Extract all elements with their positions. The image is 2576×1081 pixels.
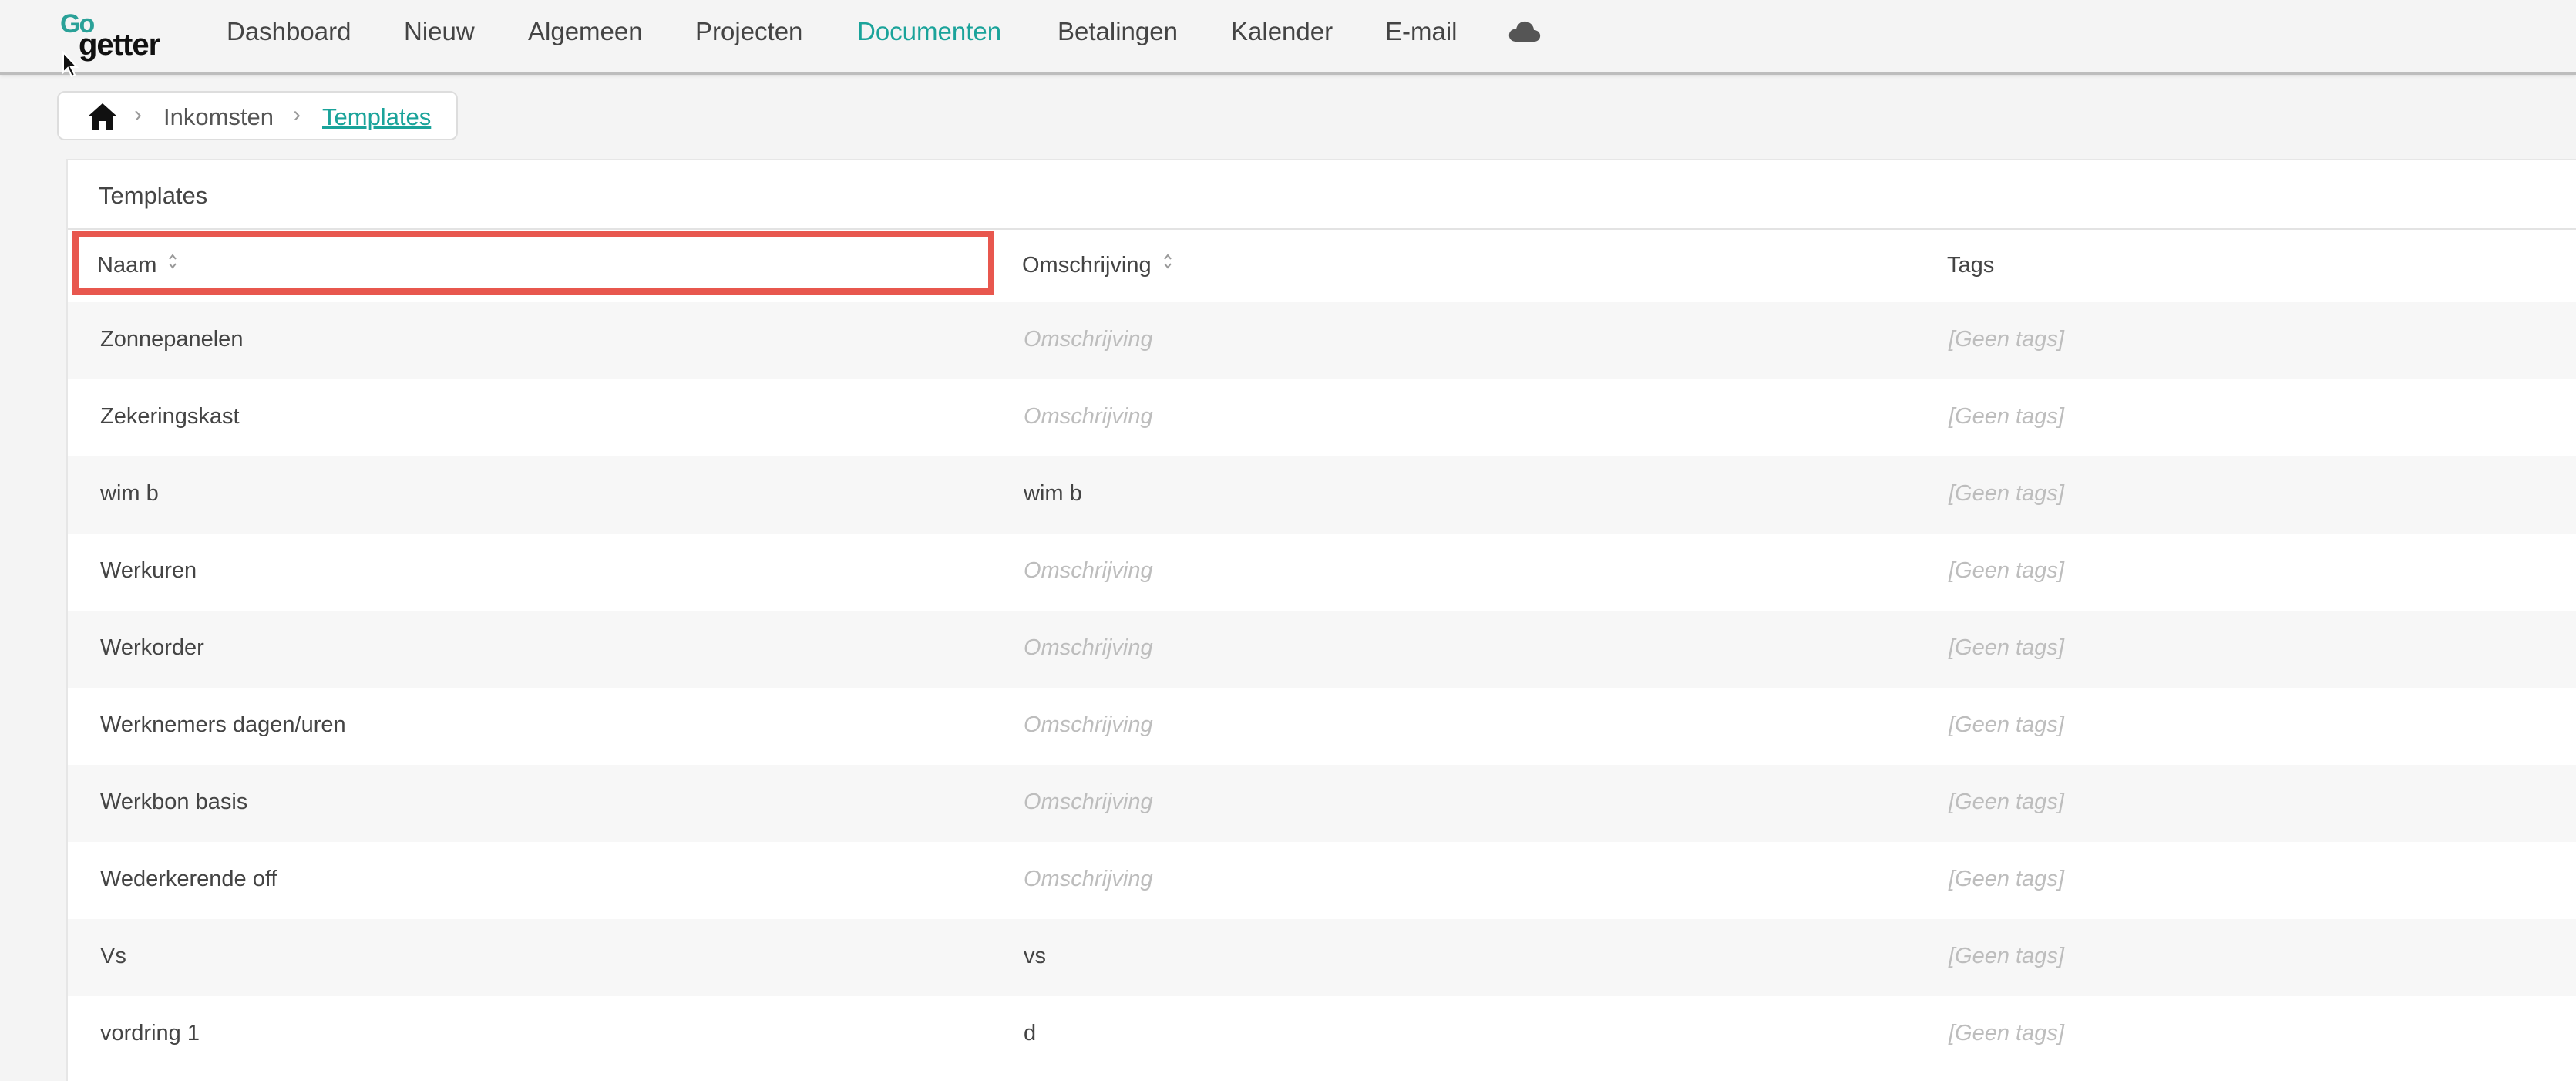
cell-tags[interactable]: [Geen tags]	[1949, 790, 2064, 815]
logo-bottom-text: getter	[79, 28, 160, 62]
cell-omschrijving[interactable]: Omschrijving	[1024, 867, 1153, 892]
cell-naam[interactable]: Werknemers dagen/uren	[100, 712, 346, 738]
cloud-icon[interactable]	[1508, 20, 1542, 43]
chevron-right-icon: ›	[134, 102, 142, 127]
sort-icon[interactable]	[167, 251, 178, 271]
cell-tags[interactable]: [Geen tags]	[1949, 712, 2064, 738]
column-header-naam[interactable]: Naam	[97, 253, 178, 278]
cell-naam[interactable]: Werkbon basis	[100, 790, 247, 815]
nav-item-documenten[interactable]: Documenten	[857, 17, 1001, 46]
cell-naam[interactable]: Vs	[100, 944, 126, 969]
mouse-cursor-icon	[62, 51, 79, 78]
cell-tags[interactable]: [Geen tags]	[1949, 481, 2064, 507]
table-row[interactable]: Werkuren Omschrijving [Geen tags]	[68, 534, 2576, 611]
nav-item-nieuw[interactable]: Nieuw	[404, 17, 475, 46]
cell-naam[interactable]: Werkuren	[100, 558, 197, 584]
cell-naam[interactable]: vordring 1	[100, 1021, 200, 1046]
nav-item-betalingen[interactable]: Betalingen	[1058, 17, 1178, 46]
cell-naam[interactable]: Zekeringskast	[100, 404, 240, 429]
cell-tags[interactable]: [Geen tags]	[1949, 558, 2064, 584]
table-row[interactable]: Werknemers dagen/uren Omschrijving [Geen t…	[68, 688, 2576, 765]
nav-item-dashboard[interactable]: Dashboard	[227, 17, 351, 46]
nav-item-projecten[interactable]: Projecten	[695, 17, 802, 46]
chevron-right-icon: ›	[293, 102, 301, 127]
cell-omschrijving[interactable]: Omschrijving	[1024, 790, 1153, 815]
table-row[interactable]: Werkorder Omschrijving [Geen tags]	[68, 611, 2576, 688]
cell-tags[interactable]: [Geen tags]	[1949, 867, 2064, 892]
highlight-annotation-box	[72, 231, 994, 295]
nav-item-email[interactable]: E-mail	[1385, 17, 1458, 46]
cell-omschrijving[interactable]: Omschrijving	[1024, 635, 1153, 661]
table-row[interactable]: Vs vs [Geen tags]	[68, 919, 2576, 996]
cell-omschrijving[interactable]: Omschrijving	[1024, 558, 1153, 584]
column-header-tags: Tags	[1947, 253, 1995, 278]
column-header-omschrijving[interactable]: Omschrijving	[1022, 253, 1173, 278]
cell-omschrijving[interactable]: d	[1024, 1021, 1036, 1046]
nav-item-algemeen[interactable]: Algemeen	[528, 17, 643, 46]
cell-omschrijving[interactable]: wim b	[1024, 481, 1082, 507]
table-row[interactable]: vordring 1 d [Geen tags]	[68, 996, 2576, 1073]
cell-naam[interactable]: Wederkerende off	[100, 867, 277, 892]
card-title: Templates	[99, 182, 208, 209]
templates-card: Templates Naam Omschrijving Tags Zonnepa…	[66, 159, 2576, 1081]
table-row[interactable]: Wederkerende off Omschrijving [Geen tags]	[68, 842, 2576, 919]
nav-item-kalender[interactable]: Kalender	[1231, 17, 1333, 46]
sort-icon[interactable]	[1162, 251, 1173, 271]
table-row[interactable]: wim b wim b [Geen tags]	[68, 456, 2576, 534]
column-header-naam-label: Naam	[97, 253, 157, 278]
cell-tags[interactable]: [Geen tags]	[1949, 635, 2064, 661]
breadcrumb-item-templates[interactable]: Templates	[322, 103, 431, 131]
cell-tags[interactable]: [Geen tags]	[1949, 327, 2064, 352]
breadcrumb: › Inkomsten › Templates	[57, 91, 458, 140]
cell-omschrijving[interactable]: Omschrijving	[1024, 327, 1153, 352]
cell-tags[interactable]: [Geen tags]	[1949, 1021, 2064, 1046]
cell-tags[interactable]: [Geen tags]	[1949, 404, 2064, 429]
top-navigation-bar: Go getter Dashboard Nieuw Algemeen Proje…	[0, 0, 2576, 75]
table-row[interactable]: Zekeringskast Omschrijving [Geen tags]	[68, 379, 2576, 456]
cell-naam[interactable]: wim b	[100, 481, 159, 507]
breadcrumb-item-inkomsten[interactable]: Inkomsten	[163, 103, 274, 131]
cell-naam[interactable]: Werkorder	[100, 635, 204, 661]
divider	[68, 228, 2576, 230]
cell-omschrijving[interactable]: Omschrijving	[1024, 712, 1153, 738]
cell-naam[interactable]: Zonnepanelen	[100, 327, 243, 352]
cell-omschrijving[interactable]: Omschrijving	[1024, 404, 1153, 429]
cell-tags[interactable]: [Geen tags]	[1949, 944, 2064, 969]
table-row[interactable]: Werkbon basis Omschrijving [Geen tags]	[68, 765, 2576, 842]
home-icon[interactable]	[86, 102, 119, 131]
cell-omschrijving[interactable]: vs	[1024, 944, 1046, 969]
table-row[interactable]: Zonnepanelen Omschrijving [Geen tags]	[68, 302, 2576, 379]
column-header-omschrijving-label: Omschrijving	[1022, 253, 1152, 278]
